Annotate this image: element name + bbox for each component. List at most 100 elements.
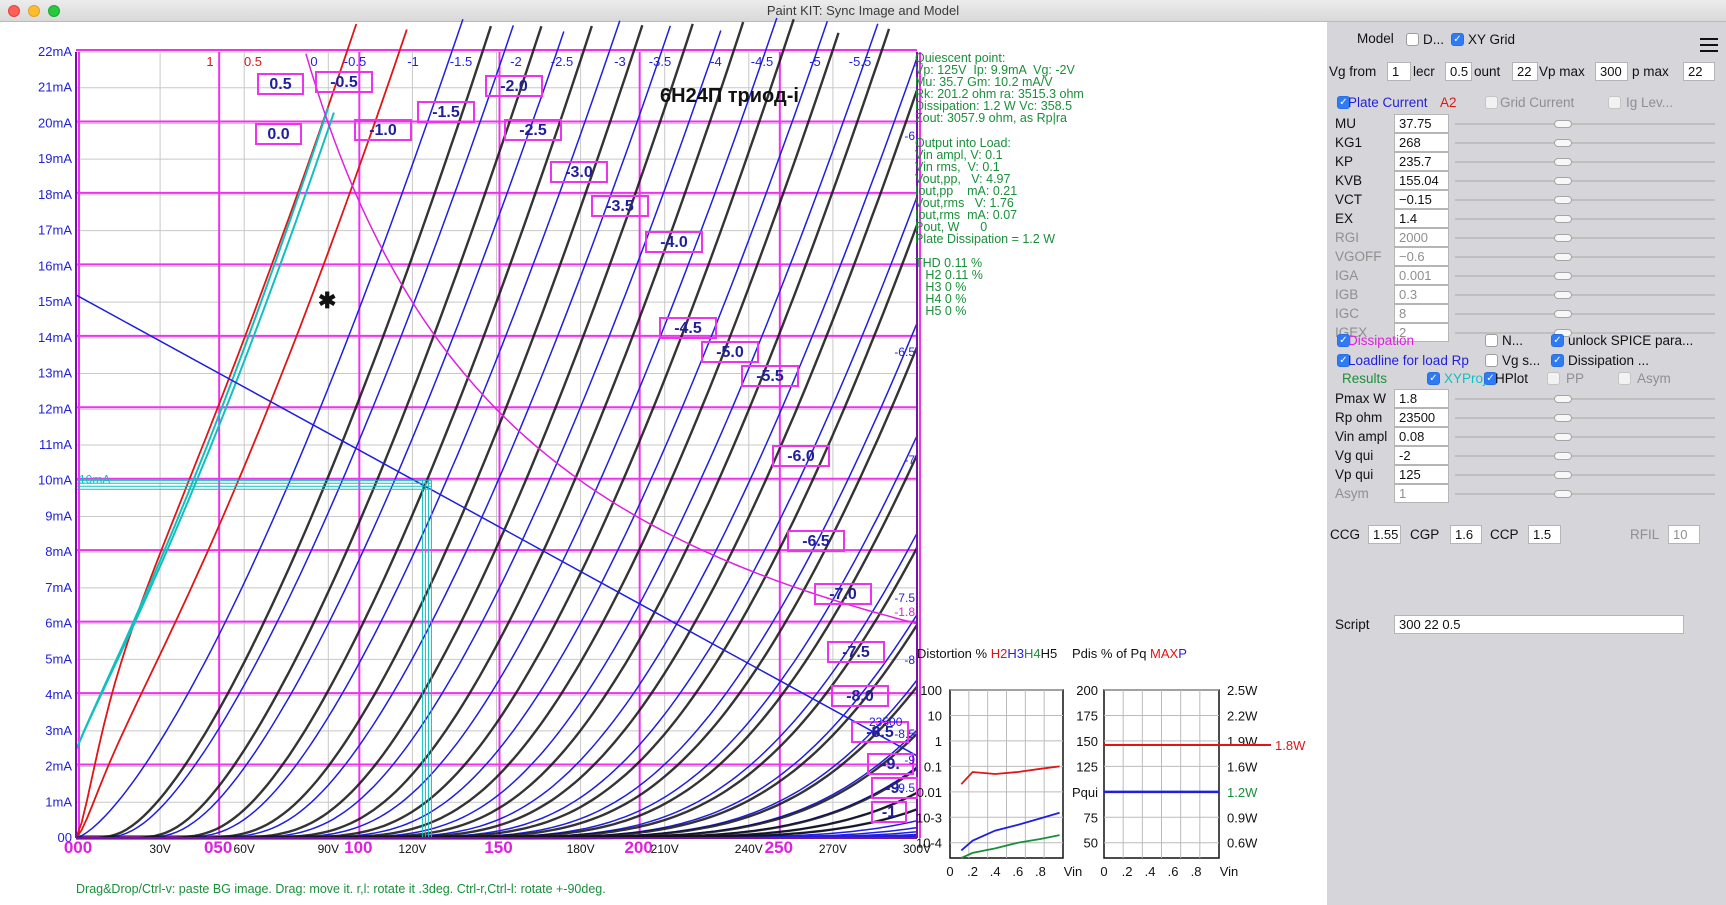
vgs-checkbox[interactable] [1485,354,1498,367]
result-slider[interactable] [1455,465,1715,485]
ccg-input[interactable]: 1.55 [1368,525,1401,544]
result-row: Pmax W 1.8 [1327,389,1726,409]
param-slider[interactable] [1455,114,1715,134]
pdis-x-tick: 0 [1100,864,1107,879]
result-input[interactable]: 1.8 [1394,389,1449,408]
param-row: KVB 155.04 [1327,171,1726,191]
param-slider[interactable] [1455,304,1715,324]
slider-track [1455,123,1715,125]
param-row: KP 235.7 [1327,152,1726,172]
script-input[interactable]: 300 22 0.5 [1394,615,1684,634]
plot-canvas[interactable]: 10mA 00 1mA 2mA 3mA 4mA 5mA 6mA 7mA 8mA 9mA 10mA 11m… [0,17,1327,905]
param-input[interactable]: 0.3 [1394,285,1449,304]
pp-checkbox[interactable] [1547,372,1560,385]
rfil-input[interactable]: 10 [1668,525,1700,544]
param-input[interactable]: 235.7 [1394,152,1449,171]
pdis-y-tick-right: 0.9W [1227,810,1258,825]
vpmax-input[interactable]: 300 [1595,62,1628,81]
param-slider[interactable] [1455,152,1715,172]
param-row: VGOFF −0.6 [1327,247,1726,267]
slider-knob[interactable] [1554,471,1573,479]
slider-track [1455,256,1715,258]
param-input[interactable]: 8 [1394,304,1449,323]
param-input[interactable]: −0.15 [1394,190,1449,209]
param-slider[interactable] [1455,133,1715,153]
cgp-input[interactable]: 1.6 [1450,525,1482,544]
slider-knob[interactable] [1554,158,1573,166]
slider-knob[interactable] [1554,215,1573,223]
param-input[interactable]: 1.4 [1394,209,1449,228]
xygrid-checkbox[interactable]: ✓ [1451,33,1464,46]
result-input[interactable]: 125 [1394,465,1449,484]
slider-track [1455,180,1715,182]
slider-knob[interactable] [1554,177,1573,185]
d-checkbox[interactable] [1406,33,1419,46]
param-slider[interactable] [1455,247,1715,267]
slider-knob[interactable] [1554,414,1573,422]
param-label: IGB [1335,287,1359,302]
result-label: Vg qui [1335,448,1374,463]
result-slider[interactable] [1455,427,1715,447]
ig-lev-checkbox[interactable] [1608,96,1621,109]
param-input[interactable]: 155.04 [1394,171,1449,190]
param-input[interactable]: 0.001 [1394,266,1449,285]
ccp-input[interactable]: 1.5 [1528,525,1561,544]
decr-input[interactable]: 0.5 [1445,62,1472,81]
slider-knob[interactable] [1554,120,1573,128]
slider-knob[interactable] [1554,272,1573,280]
result-input[interactable]: -2 [1394,446,1449,465]
param-slider[interactable] [1455,209,1715,229]
dissipation2-checkbox[interactable]: ✓ [1551,354,1564,367]
param-slider[interactable] [1455,171,1715,191]
param-input[interactable]: 2000 [1394,228,1449,247]
pdis-y-tick-right: 0.6W [1227,836,1258,851]
asym-checkbox[interactable] [1618,372,1631,385]
max-label: 1.8W [1275,738,1306,753]
unlock-spice-checkbox[interactable]: ✓ [1551,334,1564,347]
slider-knob[interactable] [1554,253,1573,261]
param-label: IGA [1335,268,1359,283]
slider-knob[interactable] [1554,139,1573,147]
vpmax-label: Vp max [1539,64,1585,79]
param-slider[interactable] [1455,190,1715,210]
menu-icon[interactable] [1700,38,1718,52]
slider-knob[interactable] [1554,291,1573,299]
ccp-label: CCP [1490,527,1519,542]
param-slider[interactable] [1455,285,1715,305]
slider-track [1455,398,1715,400]
pdis-y-tick: 200 [1076,683,1098,698]
count-input[interactable]: 22 [1512,62,1538,81]
param-row: IGB 0.3 [1327,285,1726,305]
slider-knob[interactable] [1554,490,1573,498]
grid-current-checkbox[interactable] [1485,96,1498,109]
slider-knob[interactable] [1554,395,1573,403]
param-input[interactable]: 37.75 [1394,114,1449,133]
vgs-label: Vg s... [1502,353,1541,368]
param-label: RGI [1335,230,1360,245]
decr-label: lecr [1413,64,1435,79]
pdis-y-tick-right: 2.2W [1227,708,1258,723]
result-row: Asym 1 [1327,484,1726,504]
slider-knob[interactable] [1554,234,1573,242]
slider-knob[interactable] [1554,452,1573,460]
result-slider[interactable] [1455,484,1715,504]
ipmax-input[interactable]: 22 [1683,62,1715,81]
ipmax-label: p max [1632,64,1669,79]
result-input[interactable]: 0.08 [1394,427,1449,446]
param-slider[interactable] [1455,266,1715,286]
result-input[interactable]: 1 [1394,484,1449,503]
slider-knob[interactable] [1554,433,1573,441]
result-slider[interactable] [1455,389,1715,409]
param-input[interactable]: −0.6 [1394,247,1449,266]
result-input[interactable]: 23500 [1394,408,1449,427]
n-checkbox[interactable] [1485,334,1498,347]
results-label: Results [1342,371,1388,386]
result-slider[interactable] [1455,408,1715,428]
param-input[interactable]: 268 [1394,133,1449,152]
xyproj-checkbox[interactable]: ✓ [1427,372,1440,385]
vg-from-input[interactable]: 1 [1387,62,1411,81]
slider-knob[interactable] [1554,310,1573,318]
param-slider[interactable] [1455,228,1715,248]
result-slider[interactable] [1455,446,1715,466]
slider-knob[interactable] [1554,196,1573,204]
